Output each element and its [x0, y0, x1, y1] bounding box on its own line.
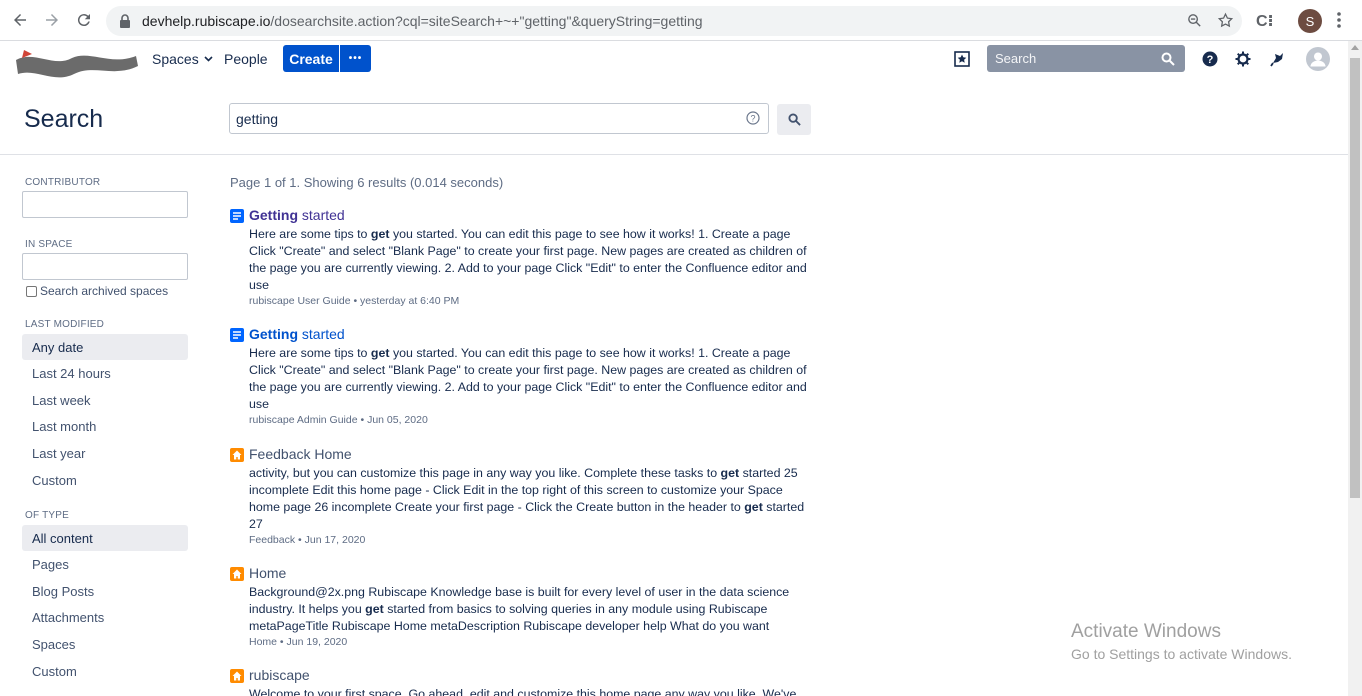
result-excerpt: Welcome to your first space. Go ahead, e…: [249, 687, 797, 696]
notifications-icon[interactable]: [1269, 50, 1287, 68]
user-avatar-icon[interactable]: [1306, 47, 1330, 71]
result-title-text: started: [298, 207, 345, 223]
result-excerpt: Here are some tips to get you started. Y…: [249, 227, 807, 292]
filter-attachments[interactable]: Attachments: [22, 604, 188, 630]
page-icon: [230, 209, 244, 223]
result-title-link[interactable]: rubiscape: [249, 667, 310, 683]
result-title-match: Getting: [249, 207, 298, 223]
url-text: devhelp.rubiscape.io/dosearchsite.action…: [142, 13, 703, 29]
scroll-thumb[interactable]: [1350, 58, 1360, 498]
create-more-button[interactable]: •••: [340, 45, 371, 72]
result-meta: rubiscape Admin Guide • Jun 05, 2020: [249, 414, 428, 426]
filter-last-week[interactable]: Last week: [22, 387, 188, 413]
chevron-down-icon: [204, 56, 213, 62]
filter-pages[interactable]: Pages: [22, 551, 188, 577]
result-meta: Feedback • Jun 17, 2020: [249, 534, 366, 546]
result-title-text: rubiscape: [249, 667, 310, 683]
site-logo[interactable]: [14, 46, 140, 84]
url-path: /dosearchsite.action?cql=siteSearch+~+"g…: [270, 13, 703, 29]
result-title-link[interactable]: Getting started: [249, 326, 345, 342]
profile-avatar[interactable]: S: [1298, 9, 1322, 33]
search-result: Getting started Here are some tips to ge…: [230, 326, 820, 431]
activation-watermark-subtitle: Go to Settings to activate Windows.: [1071, 646, 1292, 662]
contributor-label: CONTRIBUTOR: [25, 177, 101, 188]
search-result: Home Background@2x.png Rubiscape Knowled…: [230, 565, 820, 655]
settings-gear-icon[interactable]: [1234, 50, 1252, 68]
home-icon: [230, 669, 244, 683]
result-title-text: Home: [249, 565, 287, 581]
create-button[interactable]: Create: [283, 45, 339, 72]
filter-last-year[interactable]: Last year: [22, 440, 188, 466]
header-divider: [0, 154, 1348, 155]
svg-text:?: ?: [1207, 54, 1214, 66]
app-header: Spaces People Create ••• ?: [0, 41, 1348, 78]
page-title: Search: [24, 105, 104, 133]
reload-icon[interactable]: [73, 9, 95, 31]
filter-date-custom[interactable]: Custom: [22, 467, 188, 493]
back-icon[interactable]: [9, 9, 31, 31]
filter-all-content[interactable]: All content: [22, 525, 188, 551]
page-scrollbar[interactable]: [1348, 41, 1362, 696]
header-search[interactable]: [987, 45, 1185, 72]
bookmark-star-icon[interactable]: [1217, 12, 1234, 29]
zoom-icon[interactable]: [1186, 12, 1203, 29]
last-modified-label: LAST MODIFIED: [25, 319, 105, 330]
archived-spaces-label: Search archived spaces: [40, 284, 169, 298]
activation-watermark-title: Activate Windows: [1071, 621, 1221, 642]
people-link[interactable]: People: [224, 51, 268, 67]
search-icon[interactable]: [1161, 52, 1175, 66]
search-query-input[interactable]: getting ?: [229, 103, 769, 134]
star-box-icon[interactable]: [953, 50, 971, 68]
spaces-menu[interactable]: Spaces: [152, 51, 213, 67]
page-icon: [230, 328, 244, 342]
header-search-input[interactable]: [995, 51, 1155, 66]
result-meta: rubiscape User Guide • yesterday at 6:40…: [249, 295, 460, 307]
search-submit-button[interactable]: [777, 104, 811, 135]
browser-menu-icon[interactable]: [1336, 11, 1342, 29]
filter-any-date[interactable]: Any date: [22, 334, 188, 360]
filter-spaces[interactable]: Spaces: [22, 631, 188, 657]
archived-spaces-checkbox[interactable]: Search archived spaces: [26, 284, 168, 298]
result-title-text: Feedback Home: [249, 446, 352, 462]
result-title-link[interactable]: Feedback Home: [249, 446, 352, 462]
scroll-up-icon[interactable]: [1351, 45, 1359, 50]
help-icon[interactable]: ?: [1201, 50, 1219, 68]
filter-blog-posts[interactable]: Blog Posts: [22, 578, 188, 604]
of-type-label: OF TYPE: [25, 510, 70, 521]
search-result: rubiscape Welcome to your first space. G…: [230, 667, 820, 696]
result-title-link[interactable]: Getting started: [249, 207, 345, 223]
url-host: devhelp.rubiscape.io: [142, 13, 271, 29]
filter-last-month[interactable]: Last month: [22, 413, 188, 439]
search-result: Getting started Here are some tips to ge…: [230, 207, 820, 312]
home-icon: [230, 567, 244, 581]
result-title-text: started: [298, 326, 345, 342]
filter-type-custom[interactable]: Custom: [22, 658, 188, 684]
result-excerpt: activity, but you can customize this pag…: [249, 466, 805, 531]
search-icon: [787, 113, 801, 126]
results-summary: Page 1 of 1. Showing 6 results (0.014 se…: [230, 175, 504, 190]
forward-icon[interactable]: [41, 9, 63, 31]
result-excerpt: Here are some tips to get you started. Y…: [249, 346, 807, 411]
browser-toolbar: devhelp.rubiscape.io/dosearchsite.action…: [0, 0, 1362, 41]
checkbox-box[interactable]: [26, 285, 37, 297]
address-bar[interactable]: devhelp.rubiscape.io/dosearchsite.action…: [106, 6, 1242, 36]
result-meta: Home • Jun 19, 2020: [249, 636, 348, 648]
spaces-label: Spaces: [152, 51, 199, 67]
home-icon: [230, 448, 244, 462]
extension-icon[interactable]: C⁝: [1256, 11, 1274, 31]
search-result: Feedback Home activity, but you can cust…: [230, 446, 820, 551]
in-space-input[interactable]: [22, 253, 188, 280]
filter-last-24-hours[interactable]: Last 24 hours: [22, 360, 188, 386]
result-excerpt: Background@2x.png Rubiscape Knowledge ba…: [249, 585, 790, 633]
result-title-link[interactable]: Home: [249, 565, 286, 581]
search-query-value: getting: [236, 110, 279, 127]
svg-text:?: ?: [750, 114, 755, 124]
in-space-label: IN SPACE: [25, 239, 73, 250]
lock-icon: [120, 14, 130, 28]
query-help-icon[interactable]: ?: [746, 111, 760, 125]
result-title-match: Getting: [249, 326, 298, 342]
contributor-input[interactable]: [22, 191, 188, 218]
